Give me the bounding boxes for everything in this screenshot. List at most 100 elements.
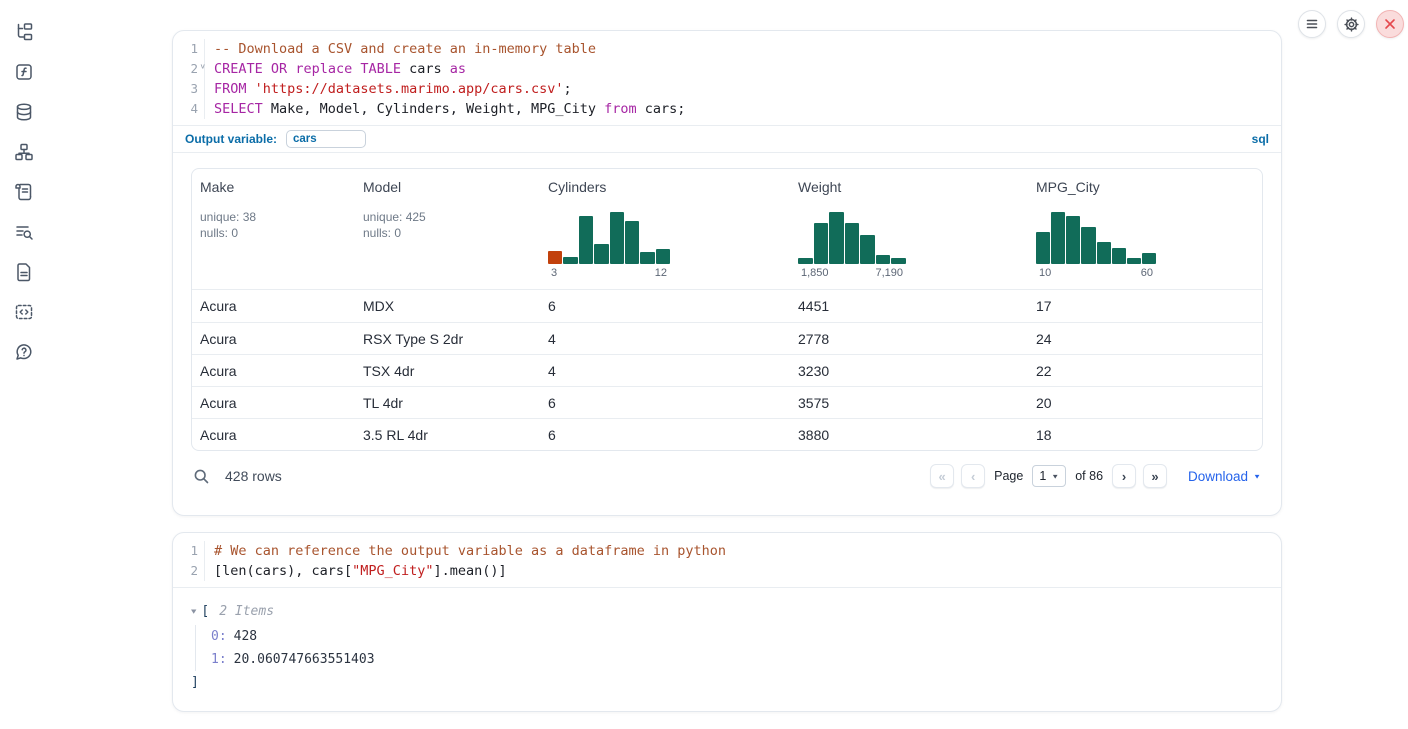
histogram-bar xyxy=(1051,212,1065,264)
chevron-down-icon: ▼ xyxy=(1253,472,1261,479)
code-line[interactable]: 1-- Download a CSV and create an in-memo… xyxy=(173,39,1281,59)
mpg-city-histogram[interactable]: 1060 xyxy=(1036,212,1156,279)
column-header-weight[interactable]: Weight 1,8507,190 xyxy=(790,169,1028,289)
snippets-icon[interactable] xyxy=(12,300,36,324)
table-cell: 3230 xyxy=(790,363,1028,379)
table-cell: 20 xyxy=(1028,395,1262,411)
python-code-editor[interactable]: 1# We can reference the output variable … xyxy=(173,533,1281,587)
help-icon[interactable] xyxy=(12,340,36,364)
sql-code-editor[interactable]: 1-- Download a CSV and create an in-memo… xyxy=(173,31,1281,125)
notebook: 1-- Download a CSV and create an in-memo… xyxy=(172,30,1282,712)
documentation-icon[interactable] xyxy=(12,260,36,284)
table-cell: 6 xyxy=(540,427,790,443)
table-cell: 2778 xyxy=(790,331,1028,347)
page-select[interactable]: 1 ▼ xyxy=(1032,465,1066,487)
gear-icon xyxy=(1344,17,1359,32)
table-row[interactable]: AcuraTL 4dr6357520 xyxy=(192,386,1262,418)
hamburger-menu-icon xyxy=(1305,17,1319,31)
histogram-bar xyxy=(876,255,891,264)
table-cell: RSX Type S 2dr xyxy=(355,331,540,347)
functions-icon[interactable] xyxy=(12,60,36,84)
histogram-bar xyxy=(860,235,875,264)
table-row[interactable]: Acura3.5 RL 4dr6388018 xyxy=(192,418,1262,450)
code-line[interactable]: 1# We can reference the output variable … xyxy=(173,541,1281,561)
data-table: Make unique: 38 nulls: 0 Model unique: 4… xyxy=(191,168,1263,451)
histogram-bar xyxy=(1097,242,1111,264)
fold-chevron-icon[interactable]: ∨ xyxy=(200,59,205,75)
histogram-axis: 312 xyxy=(548,267,670,279)
table-cell: 6 xyxy=(540,395,790,411)
page-label: Page xyxy=(994,469,1023,483)
histogram-bar xyxy=(640,252,654,264)
histogram-bar xyxy=(891,258,906,264)
histogram-axis: 1060 xyxy=(1036,267,1156,279)
datasources-icon[interactable] xyxy=(12,100,36,124)
file-tree-icon[interactable] xyxy=(12,20,36,44)
histogram-bar xyxy=(1112,248,1126,264)
table-cell: Acura xyxy=(192,298,355,314)
histogram-bar xyxy=(1142,253,1156,264)
search-icon[interactable] xyxy=(193,468,210,485)
column-stats: unique: 38 nulls: 0 xyxy=(200,209,347,241)
table-cell: 4 xyxy=(540,363,790,379)
table-cell: Acura xyxy=(192,331,355,347)
table-cell: 22 xyxy=(1028,363,1262,379)
tree-entry: 0:428 xyxy=(211,625,1263,648)
code-line[interactable]: 3FROM 'https://datasets.marimo.app/cars.… xyxy=(173,79,1281,99)
histogram-bar xyxy=(579,216,593,264)
last-page-button[interactable]: » xyxy=(1143,464,1167,488)
histogram-bar xyxy=(1081,227,1095,264)
histogram-bar xyxy=(1066,216,1080,264)
hamburger-menu-button[interactable] xyxy=(1298,10,1326,38)
table-body: AcuraMDX6445117AcuraRSX Type S 2dr427782… xyxy=(192,290,1262,450)
table-cell: 3575 xyxy=(790,395,1028,411)
table-cell: Acura xyxy=(192,427,355,443)
histogram-bar xyxy=(594,244,608,264)
table-row[interactable]: AcuraRSX Type S 2dr4277824 xyxy=(192,322,1262,354)
line-number: 1 xyxy=(173,541,205,561)
tree-close-bracket: ] xyxy=(191,673,1263,693)
previous-page-button[interactable]: ‹ xyxy=(961,464,985,488)
sql-cell: 1-- Download a CSV and create an in-memo… xyxy=(172,30,1282,516)
weight-histogram[interactable]: 1,8507,190 xyxy=(798,212,906,279)
table-of-contents-search-icon[interactable] xyxy=(12,220,36,244)
first-page-button[interactable]: « xyxy=(930,464,954,488)
dependency-graph-icon[interactable] xyxy=(12,140,36,164)
settings-button[interactable] xyxy=(1337,10,1365,38)
language-badge[interactable]: sql xyxy=(1252,132,1269,146)
logs-icon[interactable] xyxy=(12,180,36,204)
tree-children: 0:4281:20.060747663551403 xyxy=(195,625,1263,671)
histogram-bar xyxy=(656,249,670,264)
line-number: 2 xyxy=(173,561,205,581)
column-header-cylinders[interactable]: Cylinders 312 xyxy=(540,169,790,289)
column-header-make[interactable]: Make unique: 38 nulls: 0 xyxy=(192,169,355,289)
table-row[interactable]: AcuraMDX6445117 xyxy=(192,290,1262,322)
column-header-model[interactable]: Model unique: 425 nulls: 0 xyxy=(355,169,540,289)
table-cell: 17 xyxy=(1028,298,1262,314)
histogram-bar xyxy=(548,251,562,264)
output-variable-label: Output variable: xyxy=(185,132,277,146)
page-total-label: of 86 xyxy=(1075,469,1103,483)
column-header-mpg-city[interactable]: MPG_City 1060 xyxy=(1028,169,1262,289)
code-line[interactable]: 4SELECT Make, Model, Cylinders, Weight, … xyxy=(173,99,1281,119)
table-cell: 6 xyxy=(540,298,790,314)
tree-collapse-icon[interactable]: ▼ xyxy=(191,604,196,620)
histogram-bar xyxy=(845,223,860,264)
code-line[interactable]: 2[len(cars), cars["MPG_City"].mean()] xyxy=(173,561,1281,581)
table-cell: 3.5 RL 4dr xyxy=(355,427,540,443)
histogram-bar xyxy=(798,258,813,264)
histogram-bar xyxy=(625,221,639,264)
next-page-button[interactable]: › xyxy=(1112,464,1136,488)
output-variable-input[interactable] xyxy=(286,130,366,148)
shutdown-button[interactable] xyxy=(1376,10,1404,38)
table-cell: MDX xyxy=(355,298,540,314)
download-button[interactable]: Download ▼ xyxy=(1188,469,1261,484)
tree-open-bracket: [ xyxy=(201,602,209,622)
tree-entry: 1:20.060747663551403 xyxy=(211,648,1263,671)
table-row[interactable]: AcuraTSX 4dr4323022 xyxy=(192,354,1262,386)
code-line[interactable]: 2∨CREATE OR replace TABLE cars as xyxy=(173,59,1281,79)
table-cell: TL 4dr xyxy=(355,395,540,411)
cylinders-histogram[interactable]: 312 xyxy=(548,212,670,279)
table-cell: Acura xyxy=(192,395,355,411)
row-count: 428 rows xyxy=(225,468,282,484)
